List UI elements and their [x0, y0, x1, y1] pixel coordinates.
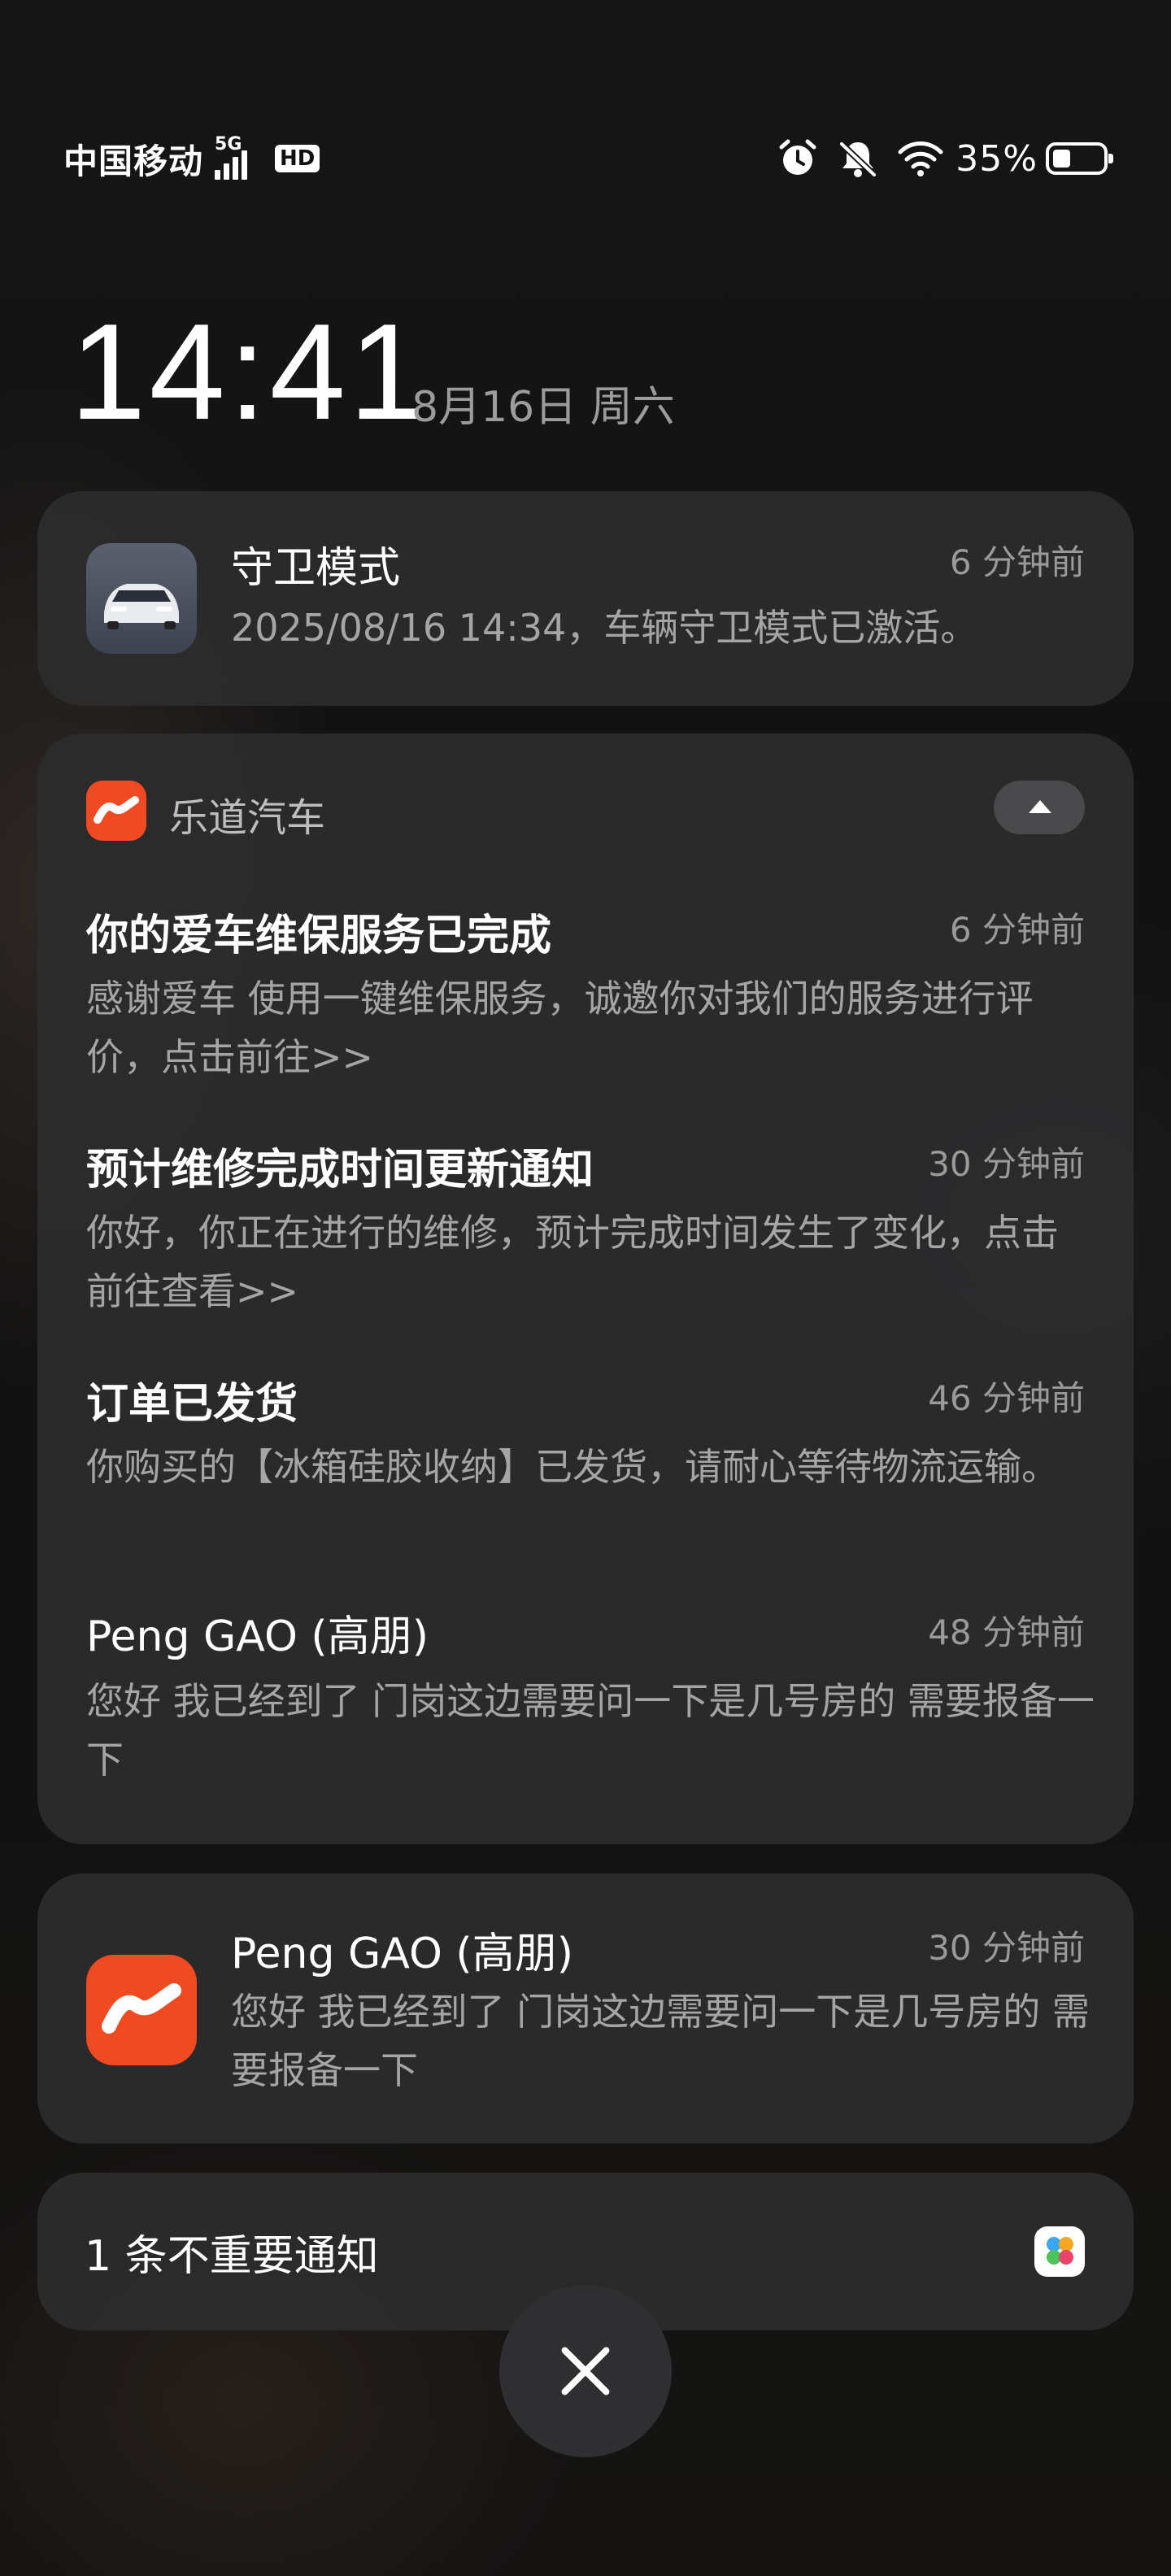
car-avatar-icon — [86, 543, 197, 654]
notification-time: 30 分钟前 — [928, 1928, 1085, 1968]
app-logo-icon — [86, 781, 146, 841]
app-name: 乐道汽车 — [169, 795, 326, 841]
status-right: 35% — [760, 137, 1113, 180]
group-item-body: 感谢爱车 使用一键维保服务，诚邀你对我们的服务进行评价，点击前往>> — [86, 977, 1034, 1079]
signal-bars — [215, 150, 248, 180]
notification-time: 6 分钟前 — [949, 542, 1085, 582]
group-item-time: 46 分钟前 — [928, 1378, 1085, 1418]
notification-body: 2025/08/16 14:34，车辆守卫模式已激活。 — [231, 606, 978, 650]
app-grid-icon — [1034, 2226, 1085, 2277]
message-notification[interactable]: Peng GAO (高朋) 30 分钟前 您好 我已经到了 门岗这边需要问一下是… — [37, 1873, 1134, 2143]
app-logo-icon — [86, 1955, 197, 2065]
group-item-time: 6 分钟前 — [949, 910, 1085, 950]
lockscreen-date: 8月16日 周六 — [411, 383, 675, 432]
wifi-icon — [897, 139, 944, 178]
status-bar: 中国移动 5G HD 35% — [63, 130, 1113, 187]
battery-fill — [1053, 150, 1070, 168]
group-item-title: 你的爱车维保服务已完成 — [86, 912, 552, 960]
notification-body: 您好 我已经到了 门岗这边需要问一下是几号房的 需要报备一下 — [231, 1990, 1090, 2092]
carrier-label: 中国移动 — [63, 141, 204, 181]
battery-tip — [1108, 154, 1113, 163]
battery-percent: 35% — [956, 137, 1038, 180]
group-item-body: 你购买的【冰箱硅胶收纳】已发货，请耐心等待物流运输。 — [86, 1445, 1059, 1489]
group-item-body: 您好 我已经到了 门岗这边需要问一下是几号房的 需要报备一下 — [86, 1679, 1095, 1782]
guard-mode-notification[interactable]: 守卫模式 6 分钟前 2025/08/16 14:34，车辆守卫模式已激活。 — [37, 491, 1134, 706]
group-item-time: 48 分钟前 — [928, 1612, 1085, 1652]
group-item-title: Peng GAO (高朋) — [86, 1612, 429, 1661]
group-item-body: 你好，你正在进行的维修，预计完成时间发生了变化，点击前往查看>> — [86, 1211, 1059, 1313]
clear-all-button[interactable] — [499, 2285, 672, 2457]
mute-icon — [835, 137, 881, 180]
app-notification-group[interactable]: 乐道汽车 你的爱车维保服务已完成 6 分钟前 感谢爱车 使用一键维保服务，诚邀你… — [37, 733, 1134, 1844]
signal-5g-icon: 5G — [215, 134, 260, 181]
group-item-title: 预计维修完成时间更新通知 — [86, 1146, 594, 1194]
notification-title: 守卫模式 — [231, 544, 401, 593]
status-left: 中国移动 5G HD — [63, 134, 320, 184]
group-item-title: 订单已发货 — [86, 1380, 298, 1429]
alarm-icon — [777, 137, 819, 180]
collapse-group-button[interactable] — [994, 781, 1085, 834]
group-item-time: 30 分钟前 — [928, 1144, 1085, 1184]
unimportant-label: 1 条不重要通知 — [85, 2232, 379, 2281]
battery-icon — [1046, 142, 1113, 175]
hd-badge: HD — [275, 145, 320, 172]
lockscreen-clock: 14:41 — [70, 295, 429, 448]
notification-title: Peng GAO (高朋) — [231, 1930, 573, 1978]
